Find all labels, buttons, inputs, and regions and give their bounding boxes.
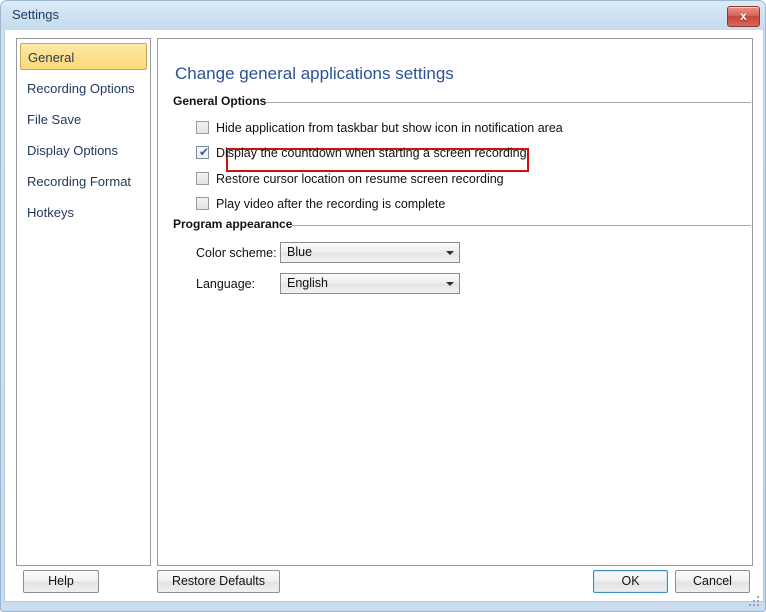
label-color-scheme: Color scheme: xyxy=(196,246,277,260)
cancel-button[interactable]: Cancel xyxy=(675,570,750,593)
sidebar-item-general[interactable]: General xyxy=(20,43,147,70)
close-icon[interactable]: x xyxy=(727,6,760,27)
select-color-scheme[interactable]: Blue xyxy=(280,242,460,263)
settings-window: Settings x General Recording Options Fil… xyxy=(0,0,766,612)
group-header-rule xyxy=(266,102,751,103)
checkbox-label-hide-application: Hide application from taskbar but show i… xyxy=(216,121,563,135)
checkbox-label-restore-cursor: Restore cursor location on resume screen… xyxy=(216,172,504,186)
sidebar-item-recording-options[interactable]: Recording Options xyxy=(17,77,150,101)
select-color-scheme-value: Blue xyxy=(287,245,313,259)
sidebar-item-display-options[interactable]: Display Options xyxy=(17,139,150,163)
sidebar-item-file-save[interactable]: File Save xyxy=(17,108,150,132)
checkbox-hide-application[interactable] xyxy=(196,121,209,134)
window-title: Settings xyxy=(12,7,59,22)
group-header-rule xyxy=(292,225,751,226)
group-header-general-options: General Options xyxy=(173,94,751,110)
sidebar-item-recording-format[interactable]: Recording Format xyxy=(17,170,150,194)
title-bar: Settings x xyxy=(1,1,765,30)
select-language-value: English xyxy=(287,276,328,290)
dialog-client-area: General Recording Options File Save Disp… xyxy=(4,30,764,602)
page-title: Change general applications settings xyxy=(175,64,454,83)
resize-grip[interactable] xyxy=(749,596,761,608)
restore-defaults-button[interactable]: Restore Defaults xyxy=(157,570,280,593)
sidebar: General Recording Options File Save Disp… xyxy=(16,38,151,566)
help-button[interactable]: Help xyxy=(23,570,99,593)
checkbox-label-display-countdown: Display the countdown when starting a sc… xyxy=(216,146,527,160)
main-panel: Change general applications settings Gen… xyxy=(157,38,753,566)
group-header-label: General Options xyxy=(173,94,267,108)
checkbox-display-countdown[interactable]: ✔ xyxy=(196,145,210,159)
chevron-down-icon[interactable] xyxy=(442,243,459,262)
checkbox-label-play-video: Play video after the recording is comple… xyxy=(216,197,446,211)
group-header-label: Program appearance xyxy=(173,217,293,231)
checkbox-restore-cursor[interactable] xyxy=(196,172,209,185)
checkmark-icon: ✔ xyxy=(199,145,210,159)
ok-button[interactable]: OK xyxy=(593,570,668,593)
sidebar-item-hotkeys[interactable]: Hotkeys xyxy=(17,201,150,225)
chevron-down-icon[interactable] xyxy=(442,274,459,293)
label-language: Language: xyxy=(196,277,256,291)
select-language[interactable]: English xyxy=(280,273,460,294)
close-glyph: x xyxy=(740,9,747,23)
group-header-program-appearance: Program appearance xyxy=(173,217,751,233)
checkbox-play-video[interactable] xyxy=(196,197,209,210)
